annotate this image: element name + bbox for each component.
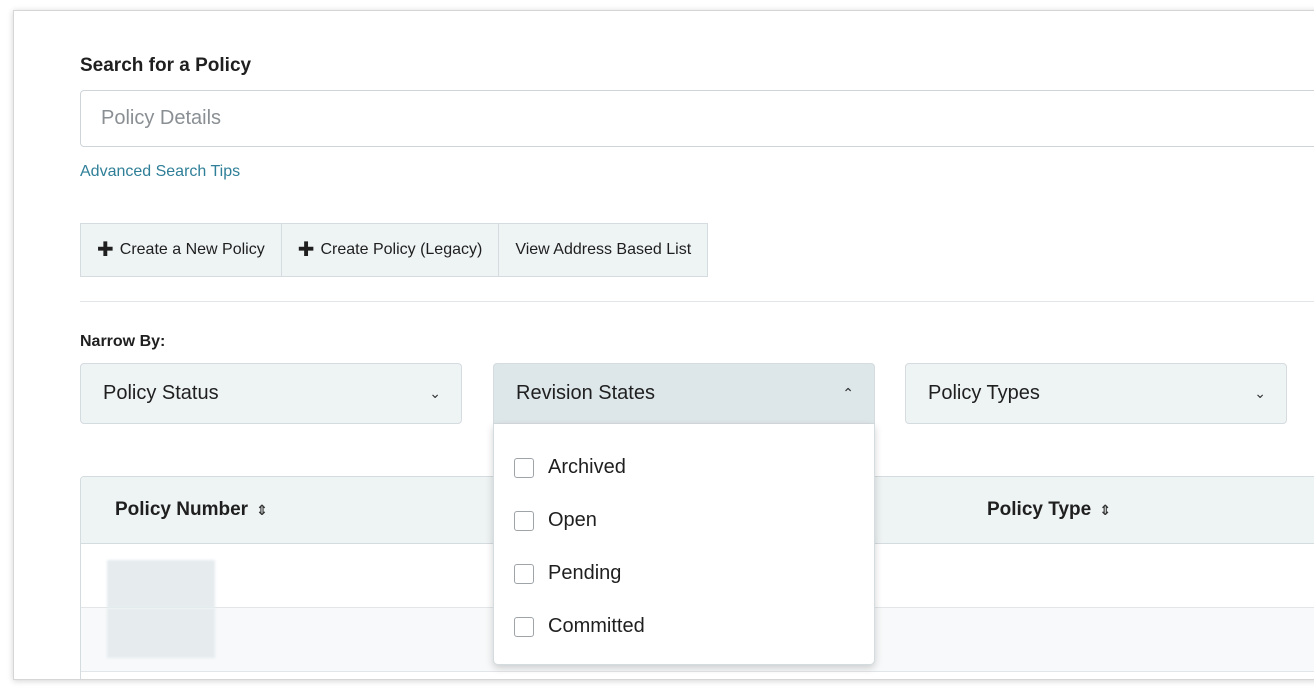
- create-policy-legacy-label: Create Policy (Legacy): [320, 241, 483, 258]
- chevron-down-icon: ⌄: [429, 385, 441, 401]
- archived-checkbox[interactable]: [514, 457, 534, 478]
- option-archived[interactable]: Archived: [494, 441, 874, 494]
- policy-types-label: Policy Types: [928, 382, 1040, 404]
- option-label: Pending: [548, 562, 622, 584]
- column-policy-number[interactable]: Policy Number ⇕: [115, 499, 268, 521]
- revision-states-label: Revision States: [516, 382, 655, 404]
- option-label: Open: [548, 509, 597, 531]
- revision-states-menu: Archived Open Pending Committed: [493, 424, 875, 665]
- policy-status-label: Policy Status: [103, 382, 219, 404]
- plus-icon: ✚: [97, 239, 114, 261]
- revision-states-dropdown[interactable]: Revision States ⌃: [493, 363, 875, 424]
- chevron-down-icon: ⌄: [1254, 385, 1266, 401]
- divider: [80, 301, 1314, 302]
- create-policy-legacy-button[interactable]: ✚ Create Policy (Legacy): [280, 223, 500, 277]
- plus-icon: ✚: [297, 239, 315, 261]
- advanced-search-tips-link[interactable]: Advanced Search Tips: [80, 163, 240, 181]
- column-label: Policy Type: [987, 499, 1092, 520]
- committed-checkbox[interactable]: [514, 616, 534, 637]
- option-open[interactable]: Open: [494, 494, 874, 547]
- narrow-by-label: Narrow By:: [80, 333, 166, 350]
- redacted-cell: [107, 608, 215, 658]
- redacted-cell: [107, 560, 215, 608]
- option-pending[interactable]: Pending: [494, 547, 874, 600]
- policy-status-dropdown[interactable]: Policy Status ⌄: [80, 363, 462, 424]
- main-panel: Search for a Policy Advanced Search Tips…: [13, 10, 1314, 680]
- search-input[interactable]: [80, 90, 1314, 147]
- open-checkbox[interactable]: [514, 510, 534, 531]
- action-button-group: ✚ Create a New Policy ✚ Create Policy (L…: [80, 223, 709, 277]
- view-address-based-list-label: View Address Based List: [515, 241, 692, 258]
- sort-icon: ⇕: [256, 501, 268, 518]
- search-label: Search for a Policy: [80, 55, 252, 76]
- option-committed[interactable]: Committed: [494, 600, 874, 653]
- pending-checkbox[interactable]: [514, 563, 534, 584]
- chevron-up-icon: ⌃: [842, 385, 854, 401]
- sort-icon: ⇕: [1099, 501, 1111, 518]
- option-label: Committed: [548, 615, 645, 637]
- option-label: Archived: [548, 456, 626, 478]
- column-policy-type[interactable]: Policy Type ⇕: [987, 499, 1111, 521]
- policy-types-dropdown[interactable]: Policy Types ⌄: [905, 363, 1287, 424]
- column-label: Policy Number: [115, 499, 249, 520]
- create-new-policy-label: Create a New Policy: [119, 241, 265, 258]
- view-address-based-list-button[interactable]: View Address Based List: [498, 223, 709, 277]
- create-new-policy-button[interactable]: ✚ Create a New Policy: [80, 223, 282, 277]
